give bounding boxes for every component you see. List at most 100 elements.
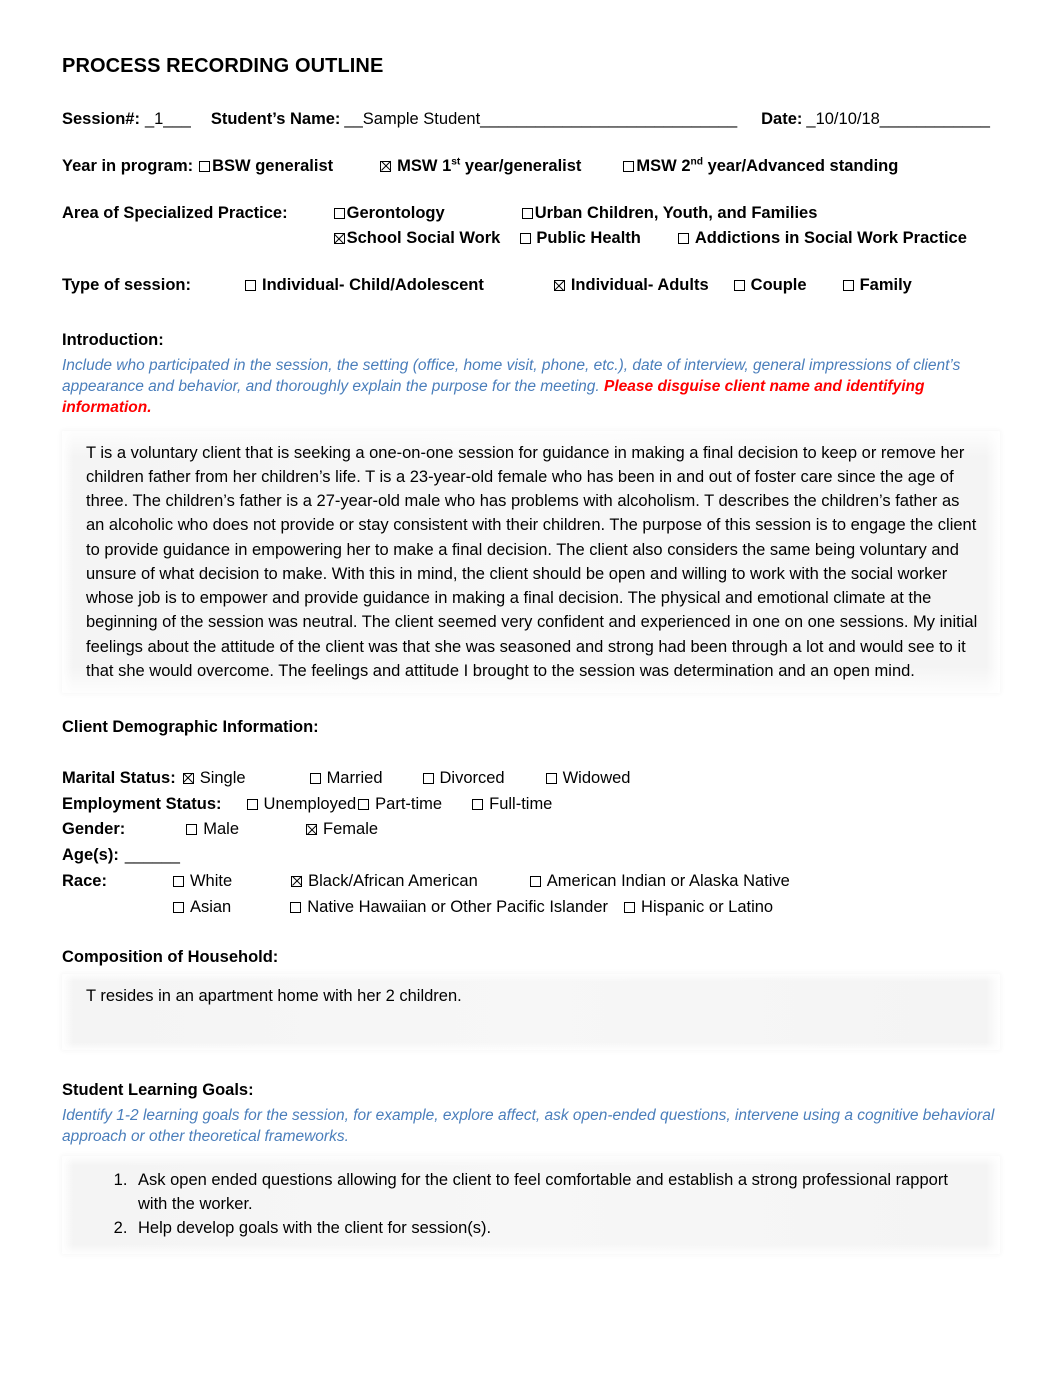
checkbox-icon-urban-children[interactable]: [521, 207, 533, 219]
type-of-session-label: Type of session:: [62, 276, 191, 294]
checkbox-icon-gerontology[interactable]: [333, 207, 345, 219]
race-row-2: Race: Asian Native Hawaiian or Other Pac…: [62, 895, 1000, 920]
student-name-value[interactable]: __Sample Student________________________…: [344, 107, 737, 132]
demographics-heading: Client Demographic Information:: [62, 718, 319, 737]
checkbox-icon-hispanic-latino[interactable]: [624, 901, 636, 913]
checkbox-icon-msw-first-year[interactable]: [380, 160, 392, 172]
checkbox-label-gerontology: Gerontology: [346, 203, 445, 222]
checkbox-label-single: Single: [199, 768, 246, 787]
introduction-section: Introduction: Include who participated i…: [62, 328, 1000, 694]
checkbox-icon-msw-second-year[interactable]: [623, 160, 635, 172]
checkbox-icon-full-time[interactable]: [472, 798, 484, 810]
introduction-instruction: Include who participated in the session,…: [62, 355, 1000, 419]
checkbox-icon-unemployed[interactable]: [246, 798, 258, 810]
ordinal-suffix-st: st: [451, 156, 461, 168]
checkbox-icon-married[interactable]: [309, 772, 321, 784]
checkbox-icon-female[interactable]: [306, 824, 318, 836]
checkbox-option-widowed[interactable]: Widowed: [545, 766, 631, 791]
checkbox-option-single[interactable]: Single: [182, 766, 246, 791]
checkbox-option-addictions[interactable]: Addictions in Social Work Practice: [677, 226, 967, 251]
checkbox-label-white: White: [189, 871, 233, 890]
gender-row: Gender: Male Female: [62, 817, 1000, 842]
year-in-program-row: Year in program: BSW generalist MSW 1st …: [62, 154, 1000, 179]
checkbox-label-female: Female: [323, 820, 379, 839]
checkbox-option-msw-first-year[interactable]: MSW 1st year/generalist: [380, 154, 581, 179]
checkbox-option-black-african-american[interactable]: Black/African American: [291, 869, 478, 894]
checkbox-icon-black-african-american[interactable]: [291, 875, 303, 887]
checkbox-label-unemployed: Unemployed: [263, 794, 357, 813]
checkbox-label-msw-second-year: MSW 2nd year/Advanced standing: [636, 156, 899, 175]
checkbox-label-school-social-work: School Social Work: [346, 229, 501, 248]
checkbox-label-native-hawaiian: Native Hawaiian or Other Pacific Islande…: [307, 897, 609, 916]
checkbox-option-individual-adults[interactable]: Individual- Adults: [553, 273, 709, 298]
checkbox-option-gerontology[interactable]: Gerontology: [333, 201, 445, 226]
checkbox-icon-individual-child[interactable]: [244, 280, 256, 291]
checkbox-label-widowed: Widowed: [562, 768, 631, 787]
date-label: Date:: [761, 110, 803, 128]
marital-status-label: Marital Status:: [62, 768, 176, 787]
checkbox-option-msw-second-year[interactable]: MSW 2nd year/Advanced standing: [623, 154, 898, 179]
checkbox-option-couple[interactable]: Couple: [733, 273, 807, 298]
checkbox-icon-family[interactable]: [842, 280, 854, 291]
date-value[interactable]: _10/10/18____________: [806, 107, 990, 132]
checkbox-option-bsw-generalist[interactable]: BSW generalist: [199, 154, 333, 179]
checkbox-label-couple: Couple: [750, 276, 807, 294]
checkbox-option-individual-child[interactable]: Individual- Child/Adolescent: [244, 273, 484, 298]
introduction-textbox[interactable]: T is a voluntary client that is seeking …: [62, 430, 1000, 694]
checkbox-label-msw-first-year: MSW 1st year/generalist: [397, 156, 582, 175]
checkbox-icon-single[interactable]: [182, 772, 194, 784]
checkbox-option-divorced[interactable]: Divorced: [422, 766, 505, 791]
checkbox-icon-public-health[interactable]: [520, 233, 532, 245]
checkbox-option-family[interactable]: Family: [842, 273, 912, 298]
checkbox-option-school-social-work[interactable]: School Social Work: [333, 226, 501, 251]
checkbox-option-full-time[interactable]: Full-time: [472, 792, 552, 817]
checkbox-icon-couple[interactable]: [733, 280, 745, 291]
household-textbox[interactable]: T resides in an apartment home with her …: [62, 974, 1000, 1051]
checkbox-label-full-time: Full-time: [489, 794, 553, 813]
checkbox-option-asian[interactable]: Asian: [172, 895, 232, 920]
checkbox-option-native-hawaiian[interactable]: Native Hawaiian or Other Pacific Islande…: [290, 895, 608, 920]
checkbox-icon-american-indian[interactable]: [529, 875, 541, 887]
checkbox-icon-school-social-work[interactable]: [333, 233, 345, 245]
checkbox-option-hispanic-latino[interactable]: Hispanic or Latino: [624, 895, 773, 920]
specialized-practice-row-1: Area of Specialized Practice: Gerontolog…: [62, 201, 1000, 226]
checkbox-label-hispanic-latino: Hispanic or Latino: [641, 897, 774, 916]
checkbox-icon-widowed[interactable]: [545, 772, 557, 784]
checkbox-icon-addictions[interactable]: [677, 233, 689, 245]
checkbox-option-female[interactable]: Female: [306, 817, 378, 842]
checkbox-icon-bsw-generalist[interactable]: [199, 160, 211, 172]
checkbox-icon-individual-adults[interactable]: [553, 280, 565, 291]
checkbox-label-part-time: Part-time: [375, 794, 443, 813]
checkbox-icon-part-time[interactable]: [358, 798, 370, 810]
specialized-practice-row-2: Area of Specialized Practice: School Soc…: [62, 226, 1000, 251]
checkbox-option-public-health[interactable]: Public Health: [520, 226, 641, 251]
checkbox-label-individual-adults: Individual- Adults: [570, 276, 709, 294]
marital-status-row: Marital Status: Single Married Divorced …: [62, 766, 1000, 791]
checkbox-icon-divorced[interactable]: [422, 772, 434, 784]
checkbox-label-addictions: Addictions in Social Work Practice: [694, 229, 967, 248]
checkbox-label-asian: Asian: [189, 897, 232, 916]
checkbox-label-american-indian: American Indian or Alaska Native: [546, 871, 790, 890]
checkbox-icon-white[interactable]: [172, 875, 184, 887]
checkbox-option-married[interactable]: Married: [309, 766, 383, 791]
checkbox-option-white[interactable]: White: [172, 869, 233, 894]
checkbox-option-part-time[interactable]: Part-time: [358, 792, 442, 817]
checkbox-label-urban-children: Urban Children, Youth, and Families: [534, 203, 818, 222]
checkbox-label-individual-child: Individual- Child/Adolescent: [261, 276, 484, 294]
checkbox-option-urban-children[interactable]: Urban Children, Youth, and Families: [521, 201, 818, 226]
ordinal-suffix-nd: nd: [690, 156, 703, 168]
checkbox-icon-native-hawaiian[interactable]: [290, 901, 302, 913]
checkbox-label-male: Male: [203, 820, 240, 839]
checkbox-label-public-health: Public Health: [536, 229, 641, 248]
session-number-value[interactable]: _1___: [145, 107, 191, 132]
learning-goals-textbox[interactable]: Ask open ended questions allowing for th…: [62, 1155, 1000, 1255]
checkbox-option-male[interactable]: Male: [186, 817, 239, 842]
checkbox-icon-asian[interactable]: [172, 901, 184, 913]
checkbox-icon-male[interactable]: [186, 824, 198, 836]
ages-value[interactable]: ______: [125, 843, 180, 868]
checkbox-option-unemployed[interactable]: Unemployed: [246, 792, 357, 817]
checkbox-option-american-indian[interactable]: American Indian or Alaska Native: [529, 869, 790, 894]
session-info-row: Session#: _1___ Student’s Name: __Sample…: [62, 107, 1000, 132]
household-heading: Composition of Household:: [62, 948, 279, 967]
page-title: PROCESS RECORDING OUTLINE: [62, 55, 384, 77]
